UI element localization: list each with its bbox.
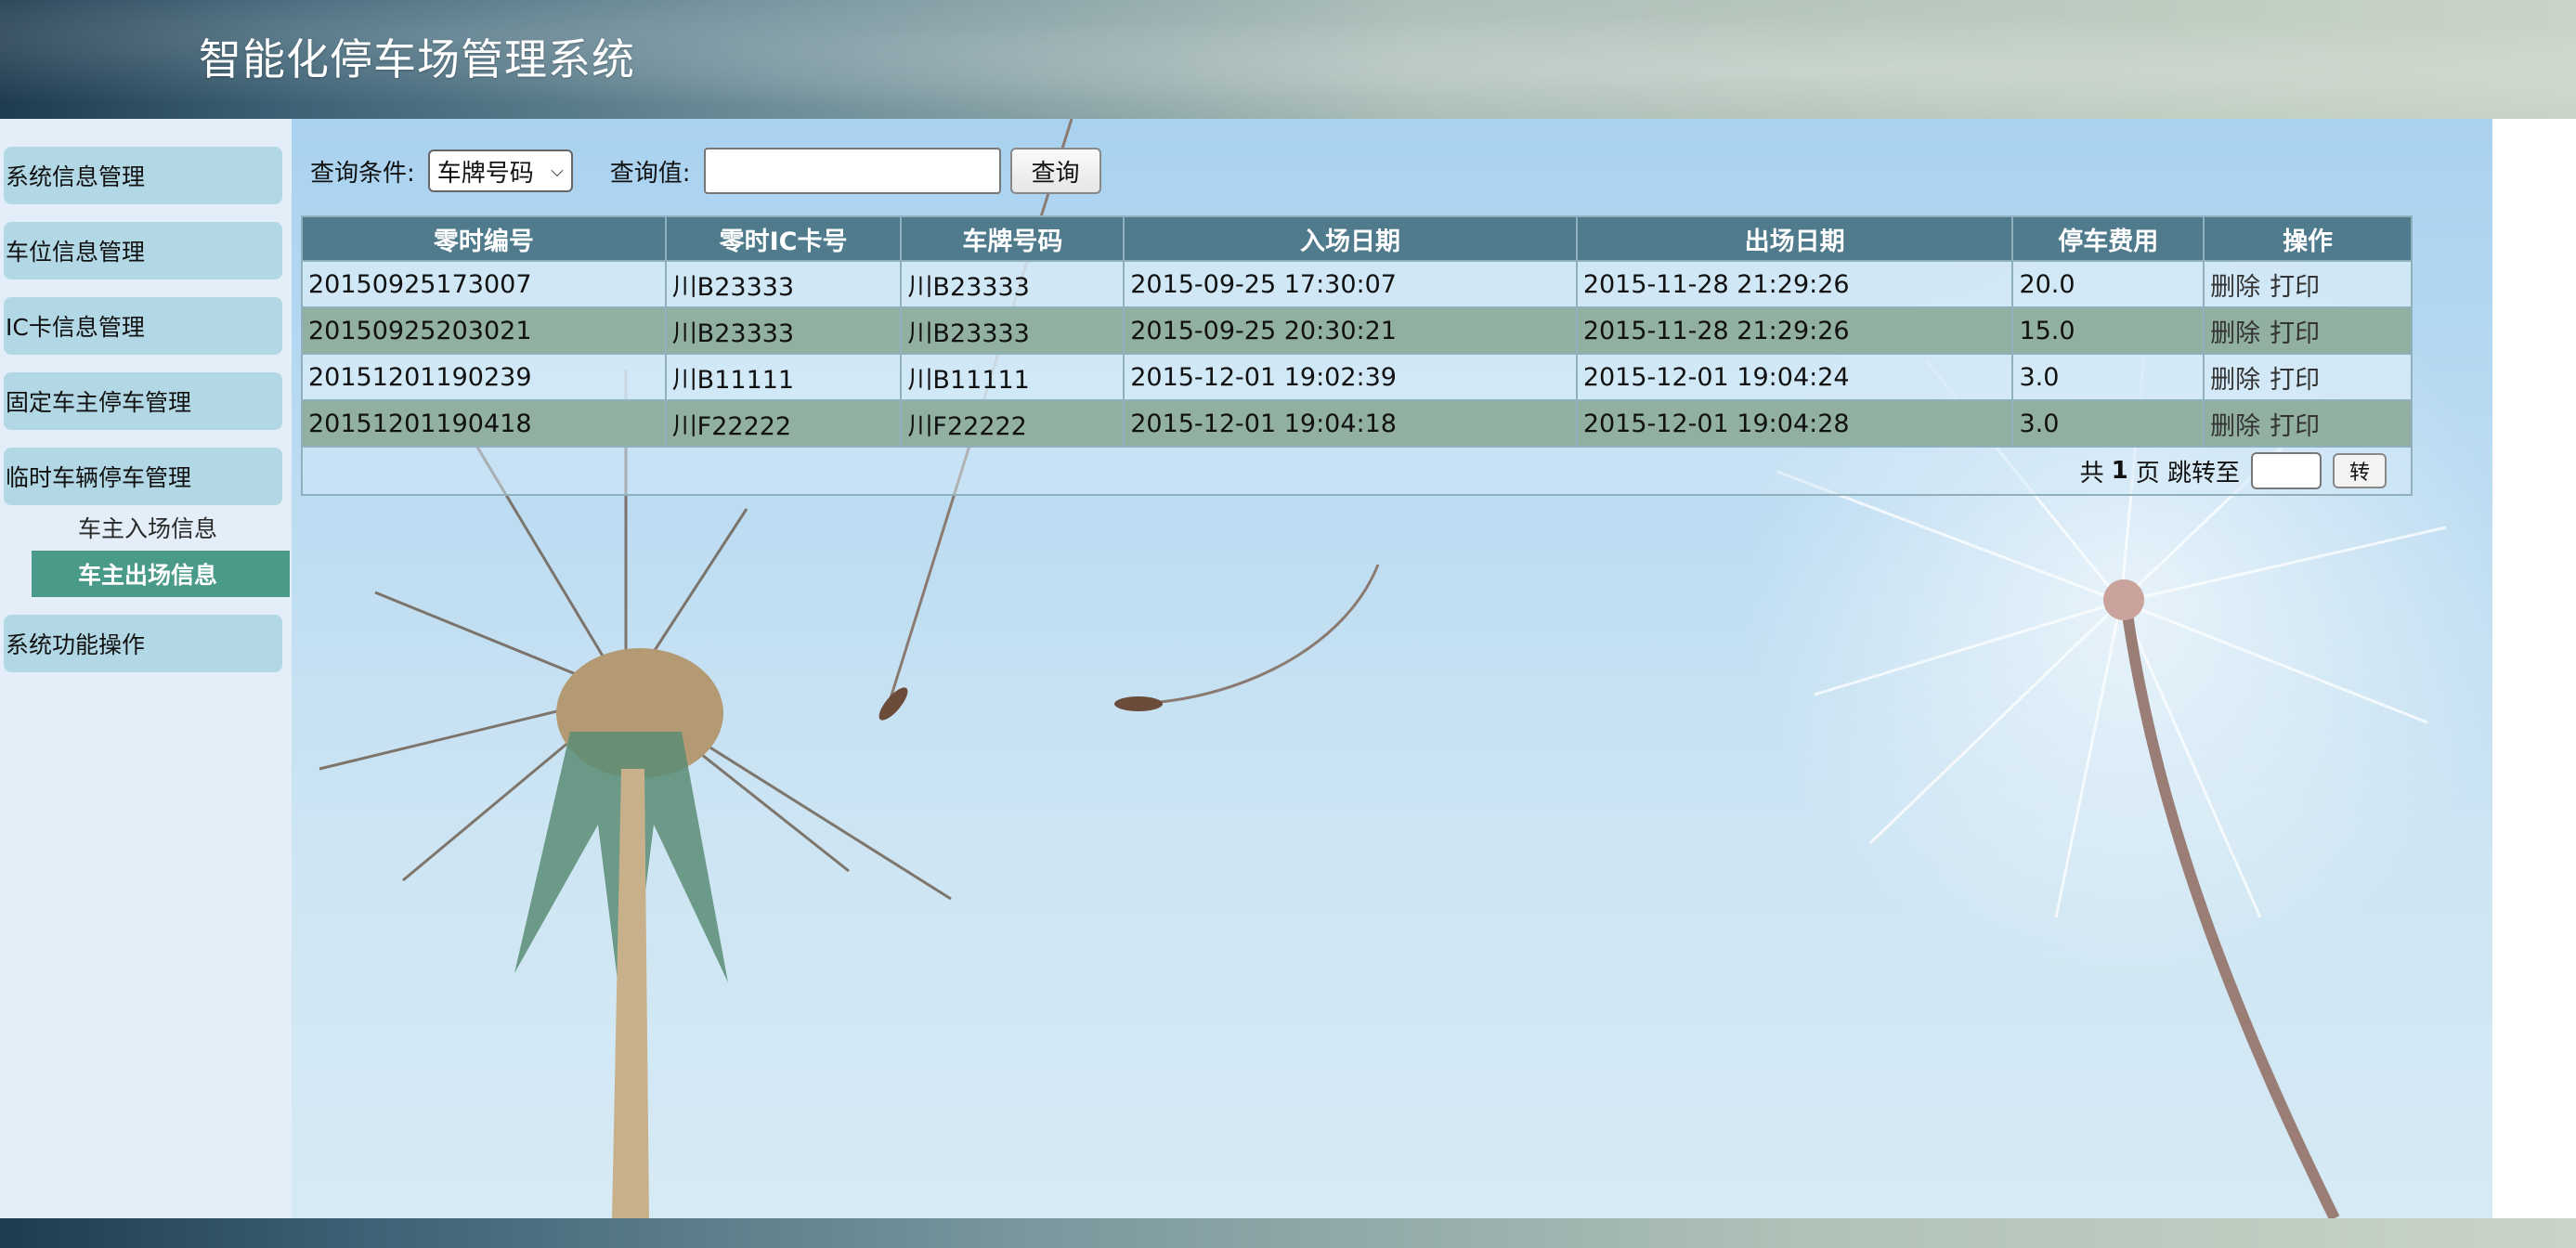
condition-label: 查询条件: [310,159,415,188]
col-actions: 操作 [2203,215,2413,262]
cell-entry-date: 2015-09-25 20:30:21 [1123,306,1578,355]
col-fee: 停车费用 [2011,215,2205,262]
nav-space-info[interactable]: 车位信息管理 [4,222,282,280]
print-link[interactable]: 打印 [2270,319,2320,348]
condition-select-value: 车牌号码 [436,159,534,188]
cell-temp-id: 20151201190239 [301,353,667,401]
nav-system-info[interactable]: 系统信息管理 [4,147,282,204]
table-header-row: 零时编号 零时IC卡号 车牌号码 入场日期 出场日期 停车费用 操作 [301,215,2413,262]
condition-select[interactable]: 车牌号码 ⌵ [427,150,573,192]
cell-entry-date: 2015-09-25 17:30:07 [1123,260,1578,308]
nav-sub-entry-info[interactable]: 车主入场信息 [32,504,290,551]
delete-link[interactable]: 删除 [2210,366,2260,395]
cell-entry-date: 2015-12-01 19:04:18 [1123,399,1578,448]
cell-temp-ic: 川B23333 [664,306,903,355]
nav-temp-parking[interactable]: 临时车辆停车管理 [4,448,282,505]
pager-suffix: 页 跳转至 [2135,459,2240,488]
query-button[interactable]: 查询 [1009,148,1101,194]
app-header: 智能化停车场管理系统 [0,0,2576,119]
cell-fee: 3.0 [2011,399,2205,448]
print-link[interactable]: 打印 [2270,366,2320,395]
query-value-input[interactable] [703,148,1001,194]
cell-fee: 20.0 [2011,260,2205,308]
col-temp-ic: 零时IC卡号 [664,215,903,262]
cell-temp-ic: 川B11111 [664,353,903,401]
cell-exit-date: 2015-11-28 21:29:26 [1575,306,2014,355]
cell-plate: 川B23333 [900,260,1125,308]
nav-ic-card-info[interactable]: IC卡信息管理 [4,297,282,355]
pager-row: 共 1 页 跳转至 转 [301,446,2413,496]
cell-plate: 川B11111 [900,353,1125,401]
delete-link[interactable]: 删除 [2210,273,2260,302]
value-label: 查询值: [609,159,691,188]
nav-system-functions[interactable]: 系统功能操作 [4,615,282,672]
pager-prefix: 共 [2079,459,2104,488]
cell-exit-date: 2015-12-01 19:04:24 [1575,353,2014,401]
col-temp-id: 零时编号 [301,215,667,262]
col-exit-date: 出场日期 [1575,215,2014,262]
chevron-down-icon: ⌵ [551,161,564,181]
cell-plate: 川B23333 [900,306,1125,355]
delete-link[interactable]: 删除 [2210,319,2260,348]
cell-fee: 15.0 [2011,306,2205,355]
cell-fee: 3.0 [2011,353,2205,401]
exit-info-table: 零时编号 零时IC卡号 车牌号码 入场日期 出场日期 停车费用 操作 20150… [301,215,2413,496]
cell-entry-date: 2015-12-01 19:02:39 [1123,353,1578,401]
delete-link[interactable]: 删除 [2210,412,2260,441]
cell-temp-id: 20150925203021 [301,306,667,355]
cell-temp-ic: 川F22222 [664,399,903,448]
sidebar: 系统信息管理 车位信息管理 IC卡信息管理 固定车主停车管理 临时车辆停车管理 … [0,119,292,1218]
col-plate: 车牌号码 [900,215,1125,262]
nav-sub-exit-info[interactable]: 车主出场信息 [32,551,290,597]
pager-total-pages: 1 [2111,457,2128,485]
table-row: 20151201190239 川B11111 川B11111 2015-12-0… [301,353,2413,401]
col-entry-date: 入场日期 [1123,215,1578,262]
table-row: 20150925173007 川B23333 川B23333 2015-09-2… [301,260,2413,308]
cell-exit-date: 2015-12-01 19:04:28 [1575,399,2014,448]
cell-temp-id: 20150925173007 [301,260,667,308]
cell-temp-id: 20151201190418 [301,399,667,448]
right-margin [2492,119,2576,1218]
print-link[interactable]: 打印 [2270,412,2320,441]
cell-actions: 删除 打印 [2203,353,2413,401]
cell-exit-date: 2015-11-28 21:29:26 [1575,260,2014,308]
cell-plate: 川F22222 [900,399,1125,448]
cell-temp-ic: 川B23333 [664,260,903,308]
pager-cell: 共 1 页 跳转至 转 [301,446,2413,496]
cell-actions: 删除 打印 [2203,260,2413,308]
app-title: 智能化停车场管理系统 [199,34,635,84]
cell-actions: 删除 打印 [2203,399,2413,448]
app-footer [0,1218,2576,1248]
print-link[interactable]: 打印 [2270,273,2320,302]
nav-fixed-parking[interactable]: 固定车主停车管理 [4,372,282,430]
table-row: 20151201190418 川F22222 川F22222 2015-12-0… [301,399,2413,448]
main-content: 查询条件: 车牌号码 ⌵ 查询值: 查询 零时编号 零时IC卡号 车牌号码 入场… [292,119,2492,1218]
cell-actions: 删除 打印 [2203,306,2413,355]
table-row: 20150925203021 川B23333 川B23333 2015-09-2… [301,306,2413,355]
page-jump-input[interactable] [2251,452,2322,489]
query-bar: 查询条件: 车牌号码 ⌵ 查询值: 查询 [310,147,1101,195]
page-jump-button[interactable]: 转 [2333,453,2387,488]
pager: 共 1 页 跳转至 转 [308,452,2411,489]
